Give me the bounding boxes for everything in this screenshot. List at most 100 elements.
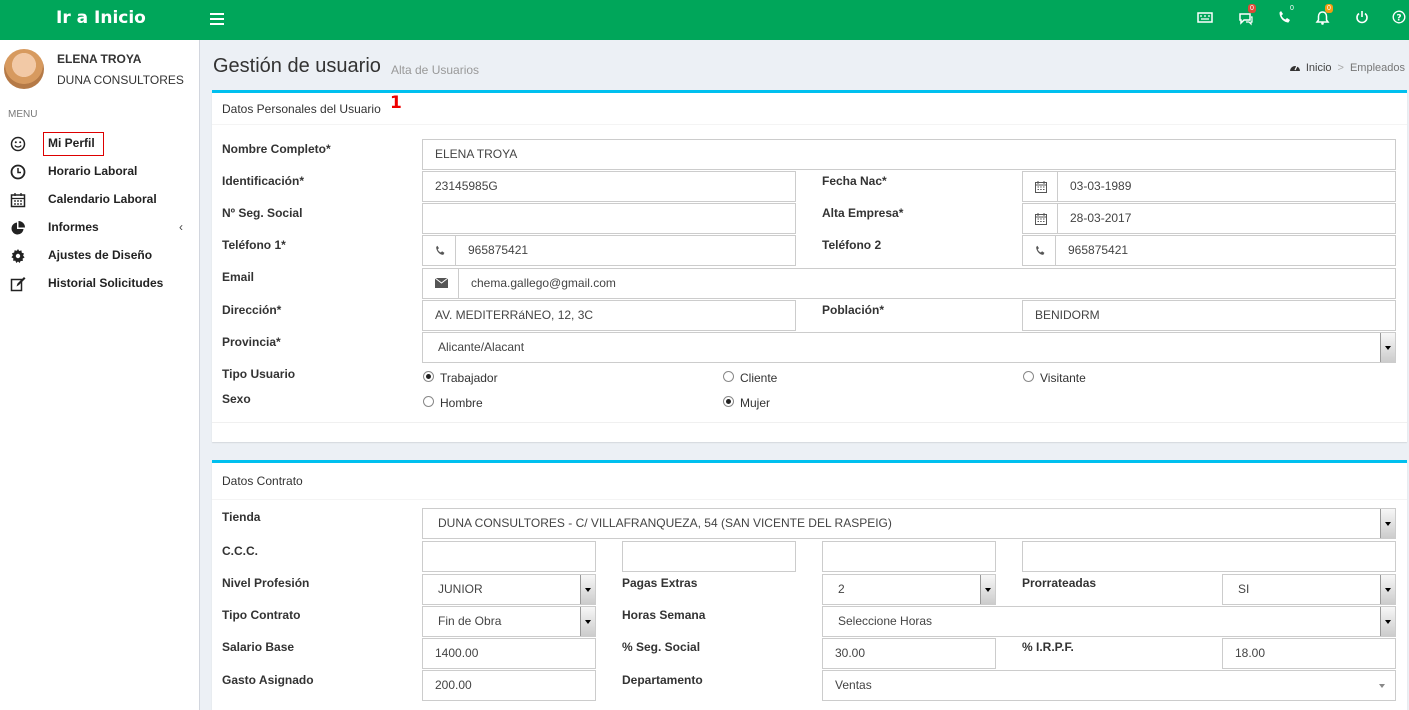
dropdown-arrow-icon	[1380, 607, 1395, 636]
panel-footer-divider	[212, 422, 1407, 423]
dropdown-arrow-icon	[1379, 684, 1385, 688]
help-icon[interactable]: ?	[1392, 10, 1409, 28]
clock-icon	[10, 164, 26, 180]
power-icon[interactable]	[1355, 10, 1373, 28]
messages-badge: 0	[1248, 4, 1256, 13]
alta-empresa-field[interactable]: 28-03-2017	[1057, 203, 1396, 234]
label-sexo: Sexo	[222, 392, 251, 406]
departamento-value: Ventas	[835, 678, 872, 692]
label-nombre: Nombre Completo*	[222, 142, 331, 156]
departamento-select[interactable]: Ventas	[822, 670, 1396, 701]
tipo-contrato-select[interactable]: Fin de Obra	[422, 606, 596, 637]
breadcrumb-home[interactable]: Inicio	[1306, 62, 1332, 74]
horas-semana-select[interactable]: Seleccione Horas	[822, 606, 1396, 637]
tipo-contrato-value: Fin de Obra	[438, 614, 502, 628]
breadcrumb: Inicio > Empleados	[1289, 62, 1405, 74]
sidebar-item-horario-laboral[interactable]: Horario Laboral	[0, 160, 199, 184]
label-nivel-profesion: Nivel Profesión	[222, 576, 310, 590]
avatar[interactable]	[4, 49, 44, 89]
label-poblacion: Población*	[822, 303, 885, 317]
gasto-asignado-field[interactable]: 200.00	[422, 670, 596, 701]
annotation-marker: 1	[390, 93, 402, 113]
telefono-2-field[interactable]: 965875421	[1055, 235, 1396, 266]
seg-social-field[interactable]	[422, 203, 796, 234]
radio-hombre[interactable]	[423, 396, 434, 407]
seg-social-pct-field[interactable]: 30.00	[822, 638, 996, 669]
ccc-field-4[interactable]	[1022, 541, 1396, 572]
calendar-icon	[10, 192, 26, 208]
sidebar-item-label: Horario Laboral	[48, 164, 138, 178]
radio-label: Visitante	[1040, 371, 1086, 385]
sidebar-item-calendario-laboral[interactable]: Calendario Laboral	[0, 188, 199, 212]
label-prorrateadas: Prorrateadas	[1022, 576, 1097, 590]
dropdown-arrow-icon	[1380, 575, 1395, 604]
phone-icon	[1022, 235, 1056, 266]
telefono-1-field[interactable]: 965875421	[455, 235, 796, 266]
sidebar-item-historial-solicitudes[interactable]: Historial Solicitudes	[0, 272, 199, 296]
bell-icon[interactable]: 0	[1315, 4, 1333, 28]
radio-cliente[interactable]	[723, 371, 734, 382]
pagas-extras-select[interactable]: 2	[822, 574, 996, 605]
radio-mujer[interactable]	[723, 396, 734, 407]
email-field[interactable]: chema.gallego@gmail.com	[458, 268, 1396, 299]
sidebar-item-label: Calendario Laboral	[48, 192, 157, 206]
radio-trabajador[interactable]	[423, 371, 434, 382]
salario-base-field[interactable]: 1400.00	[422, 638, 596, 669]
label-gasto-asignado: Gasto Asignado	[222, 673, 314, 687]
messages-icon[interactable]: 0	[1238, 4, 1256, 28]
radio-label: Cliente	[740, 371, 778, 385]
sidebar-item-ajustes-diseno[interactable]: Ajustes de Diseño	[0, 244, 199, 268]
dashboard-icon	[1289, 65, 1300, 71]
sidebar-item-label: Historial Solicitudes	[48, 276, 164, 290]
dropdown-arrow-icon	[580, 607, 595, 636]
active-item-highlight	[43, 132, 104, 156]
nivel-profesion-select[interactable]: JUNIOR	[422, 574, 596, 605]
prorrateadas-select[interactable]: SI	[1222, 574, 1396, 605]
ccc-field-2[interactable]	[622, 541, 796, 572]
provincia-value: Alicante/Alacant	[438, 340, 525, 354]
radio-visitante[interactable]	[1023, 371, 1034, 382]
panel-title: Datos Contrato	[212, 463, 1407, 500]
sidebar-toggle-icon[interactable]	[210, 10, 224, 26]
poblacion-field[interactable]: BENIDORM	[1022, 300, 1396, 331]
envelope-icon	[422, 268, 459, 299]
breadcrumb-current: Empleados	[1349, 62, 1405, 74]
ccc-field-1[interactable]	[422, 541, 596, 572]
keyboard-icon[interactable]	[1197, 10, 1215, 28]
gear-icon	[10, 248, 26, 264]
label-fecha-nac: Fecha Nac*	[822, 174, 887, 188]
irpf-field[interactable]: 18.00	[1222, 638, 1396, 669]
label-identificacion: Identificación*	[222, 174, 305, 188]
label-provincia: Provincia*	[222, 335, 281, 349]
breadcrumb-separator: >	[1337, 62, 1344, 74]
label-telefono-2: Teléfono 2	[822, 238, 882, 252]
sidebar-item-label: Ajustes de Diseño	[48, 248, 153, 262]
phone-icon[interactable]: 0	[1278, 5, 1296, 28]
radio-label: Hombre	[440, 396, 483, 410]
label-pagas-extras: Pagas Extras	[622, 576, 698, 590]
horas-value: Seleccione Horas	[838, 614, 933, 628]
top-navbar: Ir a Inicio 0 0 0 ?	[0, 0, 1409, 40]
pagas-value: 2	[838, 582, 845, 596]
label-telefono-1: Teléfono 1*	[222, 238, 286, 252]
fecha-nac-field[interactable]: 03-03-1989	[1057, 171, 1396, 202]
ccc-field-3[interactable]	[822, 541, 996, 572]
nombre-field[interactable]: ELENA TROYA	[422, 139, 1396, 170]
radio-label: Mujer	[740, 396, 771, 410]
user-company: DUNA CONSULTORES	[57, 73, 184, 87]
sidebar-item-label: Informes	[48, 220, 99, 234]
direccion-field[interactable]: AV. MEDITERRáNEO, 12, 3C	[422, 300, 796, 331]
label-horas-semana: Horas Semana	[622, 608, 706, 622]
identificacion-field[interactable]: 23145985G	[422, 171, 796, 202]
label-irpf: % I.R.P.F.	[1022, 640, 1074, 654]
chevron-left-icon: ‹	[179, 220, 183, 234]
tienda-select[interactable]: DUNA CONSULTORES - C/ VILLAFRANQUEZA, 54…	[422, 508, 1396, 539]
nivel-value: JUNIOR	[438, 582, 483, 596]
label-email: Email	[222, 270, 255, 284]
home-logo-link[interactable]: Ir a Inicio	[0, 0, 200, 40]
provincia-select[interactable]: Alicante/Alacant	[422, 332, 1396, 363]
notifications-badge: 0	[1325, 4, 1333, 13]
dropdown-arrow-icon	[580, 575, 595, 604]
page-subtitle: Alta de Usuarios	[391, 63, 480, 77]
sidebar-item-informes[interactable]: Informes ‹	[0, 216, 199, 240]
